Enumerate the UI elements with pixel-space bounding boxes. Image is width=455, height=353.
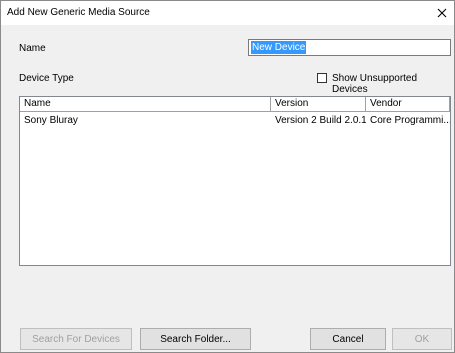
dialog-window: Add New Generic Media Source Name New De… — [0, 0, 455, 353]
list-item-vendor: Core Programmi... — [370, 115, 450, 126]
list-item-version: Version 2 Build 2.0.1 — [275, 115, 366, 126]
column-header-name[interactable]: Name — [20, 97, 271, 112]
title-bar: Add New Generic Media Source — [1, 1, 454, 25]
search-folder-button[interactable]: Search Folder... — [140, 328, 251, 350]
list-item-name: Sony Bluray — [24, 115, 78, 126]
close-icon — [437, 8, 447, 18]
device-list[interactable]: Name Version Vendor Sony Bluray Version … — [19, 96, 451, 266]
cancel-button[interactable]: Cancel — [310, 328, 386, 350]
list-header: Name Version Vendor — [20, 97, 450, 112]
show-unsupported-label[interactable]: Show Unsupported Devices — [332, 73, 454, 95]
name-field-value: New Device — [251, 41, 307, 54]
column-header-version[interactable]: Version — [271, 97, 366, 112]
list-item[interactable]: Sony Bluray Version 2 Build 2.0.1 Core P… — [20, 114, 450, 129]
column-header-vendor[interactable]: Vendor — [366, 97, 450, 112]
window-title: Add New Generic Media Source — [7, 7, 150, 18]
ok-button[interactable]: OK — [392, 328, 452, 350]
name-label: Name — [19, 43, 46, 54]
device-type-label: Device Type — [19, 73, 74, 84]
show-unsupported-checkbox[interactable] — [317, 73, 327, 83]
name-field[interactable]: New Device — [248, 39, 451, 56]
close-button[interactable] — [430, 1, 454, 25]
search-for-devices-button[interactable]: Search For Devices — [20, 328, 132, 350]
